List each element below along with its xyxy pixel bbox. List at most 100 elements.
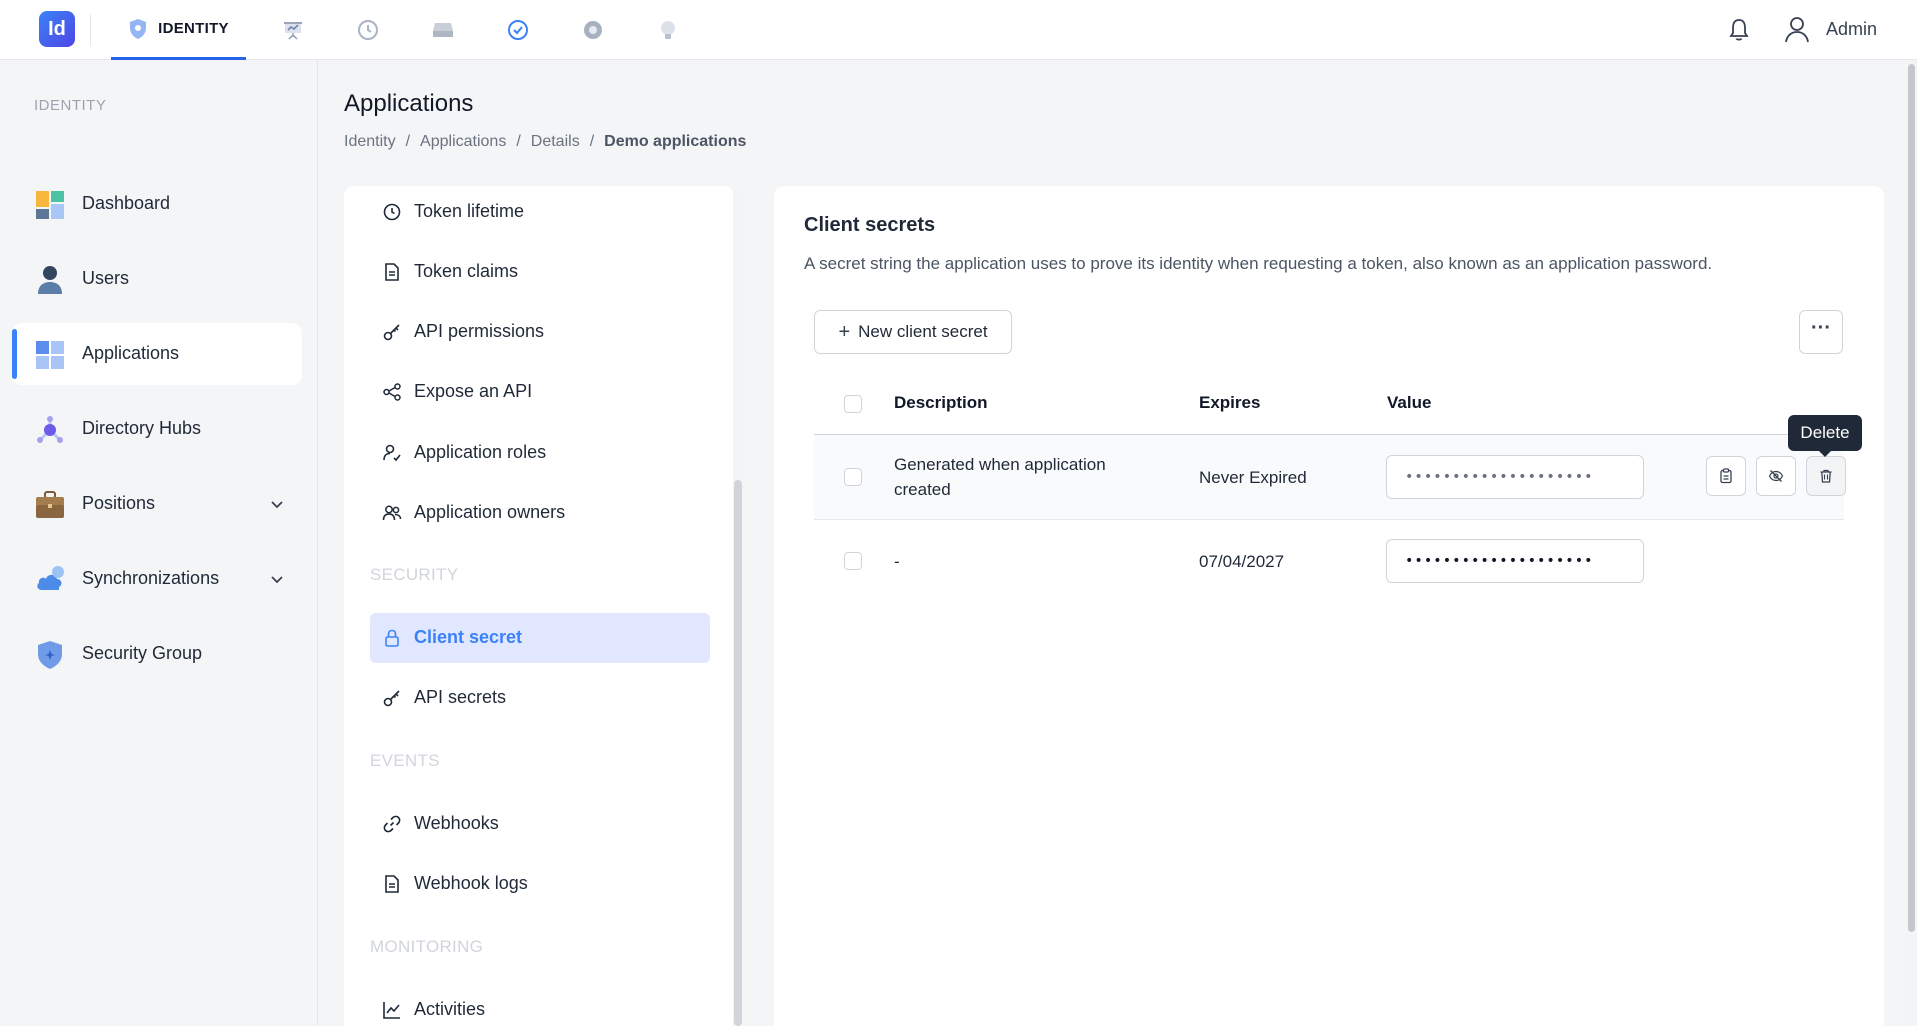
tab-history[interactable] xyxy=(350,0,386,60)
breadcrumb-item[interactable]: Applications xyxy=(420,133,506,150)
page-scrollbar-thumb[interactable] xyxy=(1908,64,1915,932)
sidebar-item-label: Security Group xyxy=(82,643,203,663)
share-icon xyxy=(383,383,401,401)
user-name[interactable]: Admin xyxy=(1826,19,1877,40)
key-icon xyxy=(383,324,400,341)
sidebar-item-label: Dashboard xyxy=(82,193,171,213)
eye-off-icon xyxy=(1768,470,1784,482)
nav-item-webhooks[interactable]: Webhooks xyxy=(370,799,710,849)
logo-divider xyxy=(90,14,91,46)
key-icon xyxy=(383,690,400,707)
nav-item-label: Client secret xyxy=(414,627,523,647)
sidebar-item-positions[interactable]: Positions xyxy=(12,473,302,535)
link-icon xyxy=(383,815,401,833)
presentation-icon xyxy=(284,22,302,40)
tab-settings[interactable] xyxy=(575,0,611,60)
sidebar-heading: IDENTITY xyxy=(34,97,107,114)
breadcrumb-current: Demo applications xyxy=(604,133,747,150)
breadcrumb-item[interactable]: Identity xyxy=(344,133,396,150)
tab-identity[interactable]: IDENTITY xyxy=(111,0,246,60)
section-description: A secret string the application uses to … xyxy=(804,254,1713,273)
tab-presentation[interactable] xyxy=(275,0,311,60)
toggle-visibility-button[interactable] xyxy=(1756,456,1796,496)
nav-scrollbar-thumb[interactable] xyxy=(734,480,742,1026)
shield-icon xyxy=(38,641,62,669)
badge-check-icon xyxy=(508,20,528,40)
breadcrumb-separator: / xyxy=(516,133,521,150)
column-header-value: Value xyxy=(1387,393,1432,412)
new-client-secret-label: New client secret xyxy=(858,322,988,341)
breadcrumb-item[interactable]: Details xyxy=(531,133,580,150)
sidebar-item-users[interactable]: Users xyxy=(12,248,302,310)
nav-item-webhook-logs[interactable]: Webhook logs xyxy=(370,859,710,909)
document-icon xyxy=(385,263,399,281)
app-logo[interactable]: Id xyxy=(39,11,75,47)
nav-item-label: Webhook logs xyxy=(414,873,528,893)
row-checkbox[interactable] xyxy=(844,552,862,570)
nav-item-expose-an-api[interactable]: Expose an API xyxy=(370,367,710,417)
secret-value-field[interactable]: •••••••••••••••••••• xyxy=(1386,539,1644,583)
secret-description: - xyxy=(894,552,900,571)
secret-expires: 07/04/2027 xyxy=(1199,552,1285,571)
top-bar: Id IDENTITY Admin xyxy=(0,0,1917,60)
sidebar-item-applications[interactable]: Applications xyxy=(12,323,302,385)
nav-section-security: SECURITY xyxy=(370,565,459,584)
hub-icon xyxy=(37,416,63,443)
tab-ideas[interactable] xyxy=(650,0,686,60)
delete-secret-button[interactable] xyxy=(1806,456,1846,496)
sidebar-item-dashboard[interactable]: Dashboard xyxy=(12,173,302,235)
sidebar-item-label: Applications xyxy=(82,343,180,363)
nav-item-token-lifetime[interactable]: Token lifetime xyxy=(370,187,710,237)
copy-secret-button[interactable] xyxy=(1706,456,1746,496)
nav-item-label: Application owners xyxy=(414,502,566,522)
plus-icon: + xyxy=(838,320,851,343)
nav-item-api-permissions[interactable]: API permissions xyxy=(370,307,710,357)
breadcrumb: Identity / Applications / Details / Demo appli… xyxy=(344,133,746,151)
sidebar-item-label: Directory Hubs xyxy=(82,418,202,438)
nav-item-client-secret[interactable]: Client secret xyxy=(370,613,710,663)
secret-description: Generated when application created xyxy=(894,455,1106,499)
select-all-checkbox[interactable] xyxy=(844,395,862,413)
client-secrets-panel: Client secrets A secret string the appli… xyxy=(774,186,1884,1026)
applications-icon xyxy=(36,341,64,369)
nav-item-token-claims[interactable]: Token claims xyxy=(370,247,710,297)
users-icon xyxy=(382,505,402,521)
sidebar-item-security-group[interactable]: Security Group xyxy=(12,623,302,685)
sidebar-item-directory-hubs[interactable]: Directory Hubs xyxy=(12,398,302,460)
nav-item-label: Token claims xyxy=(414,261,519,281)
column-header-description: Description xyxy=(894,393,988,412)
bell-icon[interactable] xyxy=(1725,16,1753,44)
trash-icon xyxy=(1820,469,1832,483)
more-options-button[interactable]: ··· xyxy=(1799,310,1843,354)
tab-drive[interactable] xyxy=(425,0,461,60)
nav-item-activities[interactable]: Activities xyxy=(370,985,710,1026)
tab-identity-label: IDENTITY xyxy=(158,20,229,37)
clock-icon xyxy=(383,203,401,221)
document-icon xyxy=(385,875,399,893)
row-checkbox[interactable] xyxy=(844,468,862,486)
nav-section-monitoring: MONITORING xyxy=(370,937,484,956)
sidebar: IDENTITY Dashboard Users Applications Di… xyxy=(0,60,318,1026)
tab-verified[interactable] xyxy=(500,0,536,60)
lightbulb-icon xyxy=(661,21,675,39)
clipboard-icon xyxy=(1720,468,1732,484)
chart-line-icon xyxy=(383,1002,400,1019)
nav-item-api-secrets[interactable]: API secrets xyxy=(370,673,710,723)
chevron-down-icon[interactable] xyxy=(268,495,286,513)
sidebar-item-synchronizations[interactable]: Synchronizations xyxy=(12,548,302,610)
drive-icon xyxy=(433,23,453,37)
shield-icon xyxy=(130,18,147,39)
user-icon[interactable] xyxy=(1783,15,1811,45)
breadcrumb-separator: / xyxy=(589,133,595,150)
sidebar-item-label: Positions xyxy=(82,493,156,513)
page-title: Applications xyxy=(344,90,474,117)
chevron-down-icon[interactable] xyxy=(268,570,286,588)
nav-item-label: API permissions xyxy=(414,321,545,341)
nav-item-label: Expose an API xyxy=(414,381,533,401)
nav-item-application-roles[interactable]: Application roles xyxy=(370,428,710,478)
secret-value-field[interactable]: •••••••••••••••••••• xyxy=(1386,455,1644,499)
new-client-secret-button[interactable]: + New client secret xyxy=(814,310,1012,354)
nav-item-application-owners[interactable]: Application owners xyxy=(370,488,710,538)
cloud-sync-icon xyxy=(37,566,64,590)
user-role-icon xyxy=(383,444,401,462)
